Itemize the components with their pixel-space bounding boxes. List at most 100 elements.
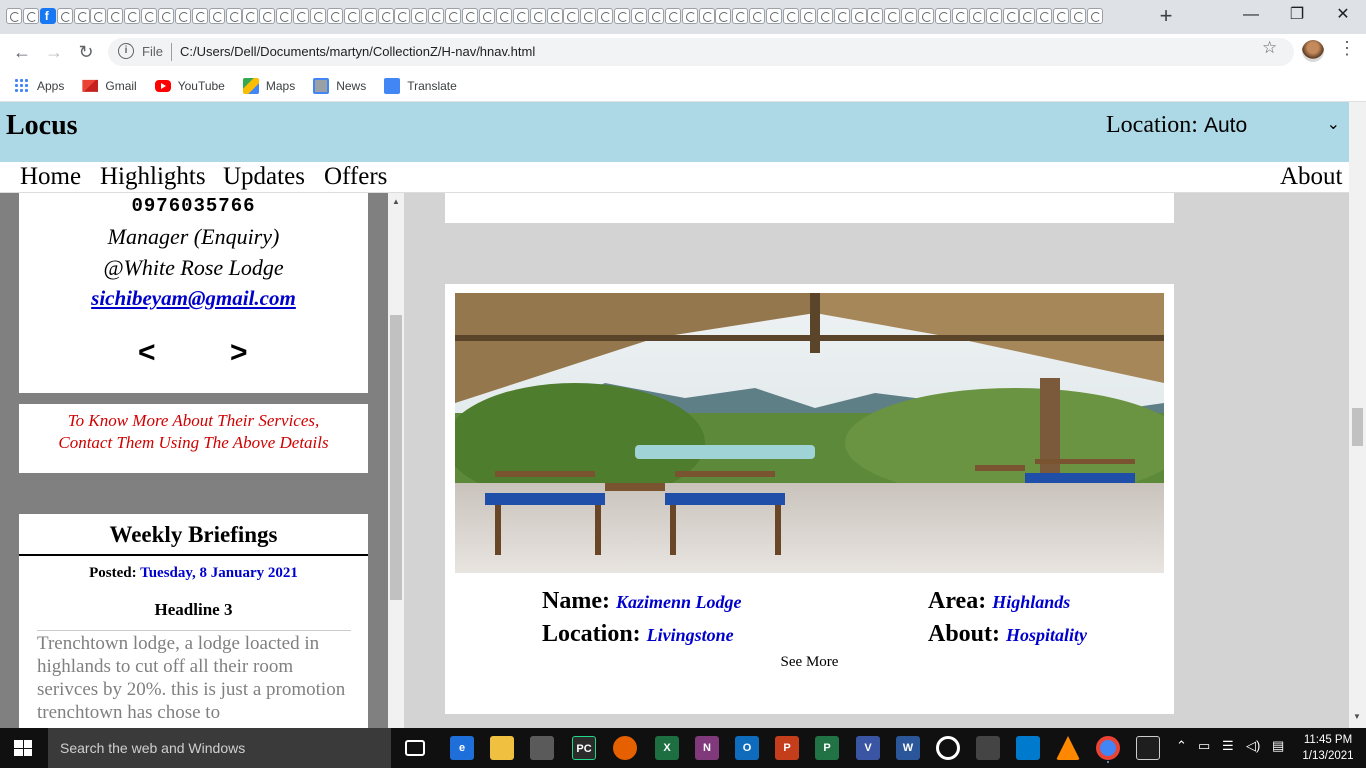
- tab-favicon-icon[interactable]: [563, 8, 580, 24]
- windows-start-icon[interactable]: [14, 740, 32, 756]
- bookmark-star-icon[interactable]: ☆: [1262, 38, 1277, 58]
- tab-favicon-icon[interactable]: [56, 8, 73, 24]
- name-value[interactable]: Kazimenn Lodge: [616, 592, 742, 612]
- tab-favicon-icon[interactable]: [73, 8, 90, 24]
- tab-favicon-icon[interactable]: [445, 8, 462, 24]
- bookmark-news[interactable]: News: [313, 77, 366, 94]
- tab-favicon-icon[interactable]: [968, 8, 985, 24]
- sidebar-scrollbar[interactable]: ▲: [388, 193, 404, 728]
- minimize-button[interactable]: —: [1228, 0, 1274, 30]
- browser-menu-icon[interactable]: ⋮: [1338, 38, 1356, 59]
- maximize-button[interactable]: ❐: [1274, 0, 1320, 30]
- bookmark-gmail[interactable]: Gmail: [82, 78, 137, 94]
- tab-favicon-icon[interactable]: [614, 8, 631, 24]
- vlc-icon[interactable]: [1056, 736, 1080, 760]
- bookmark-translate[interactable]: Translate: [384, 77, 457, 94]
- nav-about[interactable]: About: [1280, 163, 1343, 191]
- forward-button[interactable]: →: [42, 40, 66, 64]
- tab-favicon-icon[interactable]: [259, 8, 276, 24]
- tab-favicon-icon[interactable]: [681, 8, 698, 24]
- store-icon[interactable]: [530, 736, 554, 760]
- edge-icon[interactable]: e: [450, 736, 474, 760]
- tab-favicon-icon[interactable]: [428, 8, 445, 24]
- tab-favicon-icon[interactable]: [208, 8, 225, 24]
- tray-chevron-icon[interactable]: ⌃: [1176, 738, 1187, 754]
- nav-offers[interactable]: Offers: [324, 163, 387, 191]
- back-button[interactable]: ←: [10, 40, 34, 64]
- tab-favicon-icon[interactable]: [326, 8, 343, 24]
- powerpoint-icon[interactable]: P: [775, 736, 799, 760]
- sidebar-scroll-thumb[interactable]: [390, 315, 402, 600]
- tab-favicon-icon[interactable]: [901, 8, 918, 24]
- winrar-icon[interactable]: [976, 736, 1000, 760]
- tab-favicon-icon[interactable]: [462, 8, 479, 24]
- tab-favicon-icon[interactable]: [630, 8, 647, 24]
- tab-favicon-icon[interactable]: [850, 8, 867, 24]
- tab-favicon-icon[interactable]: [1019, 8, 1036, 24]
- location-select[interactable]: Auto ⌄: [1204, 114, 1340, 138]
- tab-favicon-icon[interactable]: [1053, 8, 1070, 24]
- location-field-value[interactable]: Livingstone: [647, 625, 734, 645]
- bookmark-youtube[interactable]: YouTube: [154, 79, 225, 93]
- tab-favicon-icon[interactable]: [225, 8, 242, 24]
- tab-favicon-icon[interactable]: [107, 8, 124, 24]
- site-logo[interactable]: Locus: [6, 110, 78, 142]
- tab-favicon-icon[interactable]: [495, 8, 512, 24]
- next-arrow-button[interactable]: >: [230, 336, 248, 370]
- tab-favicon-icon[interactable]: [141, 8, 158, 24]
- word-icon[interactable]: W: [896, 736, 920, 760]
- see-more-button[interactable]: See More: [445, 654, 1174, 671]
- tab-favicon-icon[interactable]: [597, 8, 614, 24]
- photos-icon[interactable]: [1136, 736, 1160, 760]
- file-explorer-icon[interactable]: [490, 736, 514, 760]
- tab-favicon-icon[interactable]: [512, 8, 529, 24]
- battery-icon[interactable]: ▭: [1198, 738, 1210, 754]
- pycharm-icon[interactable]: PC: [572, 736, 596, 760]
- taskbar-search[interactable]: Search the web and Windows: [48, 728, 391, 768]
- tab-favicon-icon[interactable]: [580, 8, 597, 24]
- tab-favicon-icon[interactable]: [1070, 8, 1087, 24]
- facebook-tab-icon[interactable]: [39, 8, 56, 24]
- notification-icon[interactable]: ▤: [1272, 738, 1284, 754]
- tab-favicon-icon[interactable]: [343, 8, 360, 24]
- tab-favicon-icon[interactable]: [715, 8, 732, 24]
- tab-favicon-icon[interactable]: [647, 8, 664, 24]
- tab-favicon-icon[interactable]: [377, 8, 394, 24]
- tab-favicon-icon[interactable]: [918, 8, 935, 24]
- contact-email-link[interactable]: sichibeyam@gmail.com: [19, 286, 368, 311]
- tab-favicon-icon[interactable]: [1087, 8, 1103, 24]
- tab-favicon-icon[interactable]: [664, 8, 681, 24]
- tab-favicon-icon[interactable]: [833, 8, 850, 24]
- excel-icon[interactable]: X: [655, 736, 679, 760]
- new-tab-button[interactable]: +: [1154, 4, 1178, 28]
- outlook-icon[interactable]: O: [735, 736, 759, 760]
- tab-favicon-icon[interactable]: [867, 8, 884, 24]
- tab-favicon-icon[interactable]: [985, 8, 1002, 24]
- tab-favicon-icon[interactable]: [242, 8, 259, 24]
- tab-favicon-icon[interactable]: [191, 8, 208, 24]
- tab-favicon-icon[interactable]: [276, 8, 293, 24]
- scroll-up-icon[interactable]: ▲: [392, 197, 400, 206]
- visio-icon[interactable]: V: [856, 736, 880, 760]
- tab-favicon-icon[interactable]: [310, 8, 327, 24]
- url-text[interactable]: C:/Users/Dell/Documents/martyn/Collectio…: [180, 44, 535, 59]
- reload-button[interactable]: ↻: [74, 40, 98, 64]
- address-bar[interactable]: i File C:/Users/Dell/Documents/martyn/Co…: [108, 38, 1294, 66]
- tab-favicon-icon[interactable]: [1002, 8, 1019, 24]
- tab-favicon-icon[interactable]: [394, 8, 411, 24]
- tab-favicon-icon[interactable]: [732, 8, 749, 24]
- nav-highlights[interactable]: Highlights: [100, 163, 206, 191]
- tab-favicon-icon[interactable]: [1036, 8, 1053, 24]
- tab-favicon-icon[interactable]: [749, 8, 766, 24]
- media-player-icon[interactable]: [936, 736, 960, 760]
- tab-favicon-icon[interactable]: [934, 8, 951, 24]
- vscode-icon[interactable]: [1016, 736, 1040, 760]
- firefox-icon[interactable]: [613, 736, 637, 760]
- project-icon[interactable]: P: [815, 736, 839, 760]
- tab-favicon-icon[interactable]: [951, 8, 968, 24]
- tab-favicon-icon[interactable]: [529, 8, 546, 24]
- volume-icon[interactable]: ◁): [1246, 738, 1260, 754]
- profile-avatar[interactable]: [1302, 40, 1324, 62]
- tab-favicon-icon[interactable]: [816, 8, 833, 24]
- tab-favicon-icon[interactable]: [799, 8, 816, 24]
